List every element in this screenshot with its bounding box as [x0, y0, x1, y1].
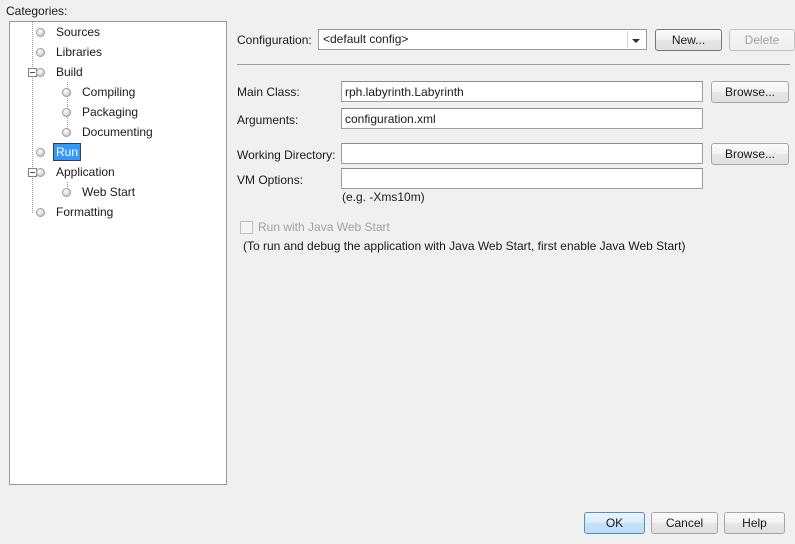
- chevron-down-icon: [632, 39, 640, 43]
- sphere-node-icon: [36, 148, 45, 157]
- help-button[interactable]: Help: [724, 512, 785, 534]
- sphere-node-icon: [62, 108, 71, 117]
- sidebar-item-web-start[interactable]: Web Start: [10, 182, 226, 202]
- sidebar-item-build[interactable]: Build: [10, 62, 226, 82]
- vm-options-hint: (e.g. -Xms10m): [342, 190, 425, 204]
- arguments-input[interactable]: [341, 108, 703, 129]
- run-settings-panel: Configuration: <default config> New... D…: [237, 0, 795, 544]
- new-configuration-button[interactable]: New...: [655, 29, 722, 51]
- sphere-node-icon: [62, 188, 71, 197]
- category-tree[interactable]: Sources Libraries Build Compiling Packaging D…: [9, 21, 227, 485]
- sidebar-item-label: Build: [56, 65, 83, 79]
- sidebar-item-label: Documenting: [82, 125, 153, 139]
- sidebar-item-run[interactable]: Run: [10, 142, 226, 162]
- tree-connector-line: [32, 52, 34, 53]
- sidebar-item-sources[interactable]: Sources: [10, 22, 226, 42]
- tree-connector-line: [32, 32, 34, 33]
- sidebar-item-label: Formatting: [56, 205, 114, 219]
- ok-button[interactable]: OK: [584, 512, 645, 534]
- sphere-node-icon: [36, 28, 45, 37]
- sphere-node-icon: [62, 128, 71, 137]
- sidebar-item-libraries[interactable]: Libraries: [10, 42, 226, 62]
- categories-label: Categories:: [6, 4, 68, 18]
- vm-options-input[interactable]: [341, 168, 703, 189]
- configuration-label: Configuration:: [237, 33, 312, 47]
- working-directory-browse-button[interactable]: Browse...: [711, 143, 789, 165]
- sidebar-item-compiling[interactable]: Compiling: [10, 82, 226, 102]
- sphere-node-icon: [36, 208, 45, 217]
- sphere-node-icon: [36, 68, 45, 77]
- working-directory-input[interactable]: [341, 143, 703, 164]
- sphere-node-icon: [36, 48, 45, 57]
- sidebar-item-label: Run: [52, 143, 82, 161]
- sphere-node-icon: [36, 168, 45, 177]
- configuration-value: <default config>: [323, 32, 409, 46]
- main-class-label: Main Class:: [237, 85, 300, 99]
- sphere-node-icon: [62, 88, 71, 97]
- sidebar-item-label: Application: [56, 165, 115, 179]
- sidebar-item-label: Web Start: [82, 185, 136, 199]
- delete-configuration-button[interactable]: Delete: [729, 29, 795, 51]
- run-with-java-web-start-checkbox[interactable]: [240, 221, 253, 234]
- sidebar-item-label: Sources: [56, 25, 101, 39]
- working-directory-label: Working Directory:: [237, 148, 336, 162]
- main-class-input[interactable]: [341, 81, 703, 102]
- configuration-combobox[interactable]: <default config>: [318, 29, 647, 50]
- sidebar-item-application[interactable]: Application: [10, 162, 226, 182]
- java-web-start-note: (To run and debug the application with J…: [243, 239, 686, 253]
- arguments-label: Arguments:: [237, 113, 299, 127]
- main-class-browse-button[interactable]: Browse...: [711, 81, 789, 103]
- tree-connector-line: [32, 152, 34, 153]
- sidebar-item-label: Compiling: [82, 85, 136, 99]
- cancel-button[interactable]: Cancel: [651, 512, 718, 534]
- configuration-dropdown-button[interactable]: [627, 31, 645, 48]
- sidebar-item-formatting[interactable]: Formatting: [10, 202, 226, 222]
- vm-options-label: VM Options:: [237, 173, 304, 187]
- sidebar-item-label: Libraries: [56, 45, 103, 59]
- tree-connector-line: [32, 212, 34, 213]
- sidebar-item-documenting[interactable]: Documenting: [10, 122, 226, 142]
- sidebar-item-label: Packaging: [82, 105, 139, 119]
- run-with-java-web-start-label: Run with Java Web Start: [258, 220, 390, 234]
- sidebar-item-packaging[interactable]: Packaging: [10, 102, 226, 122]
